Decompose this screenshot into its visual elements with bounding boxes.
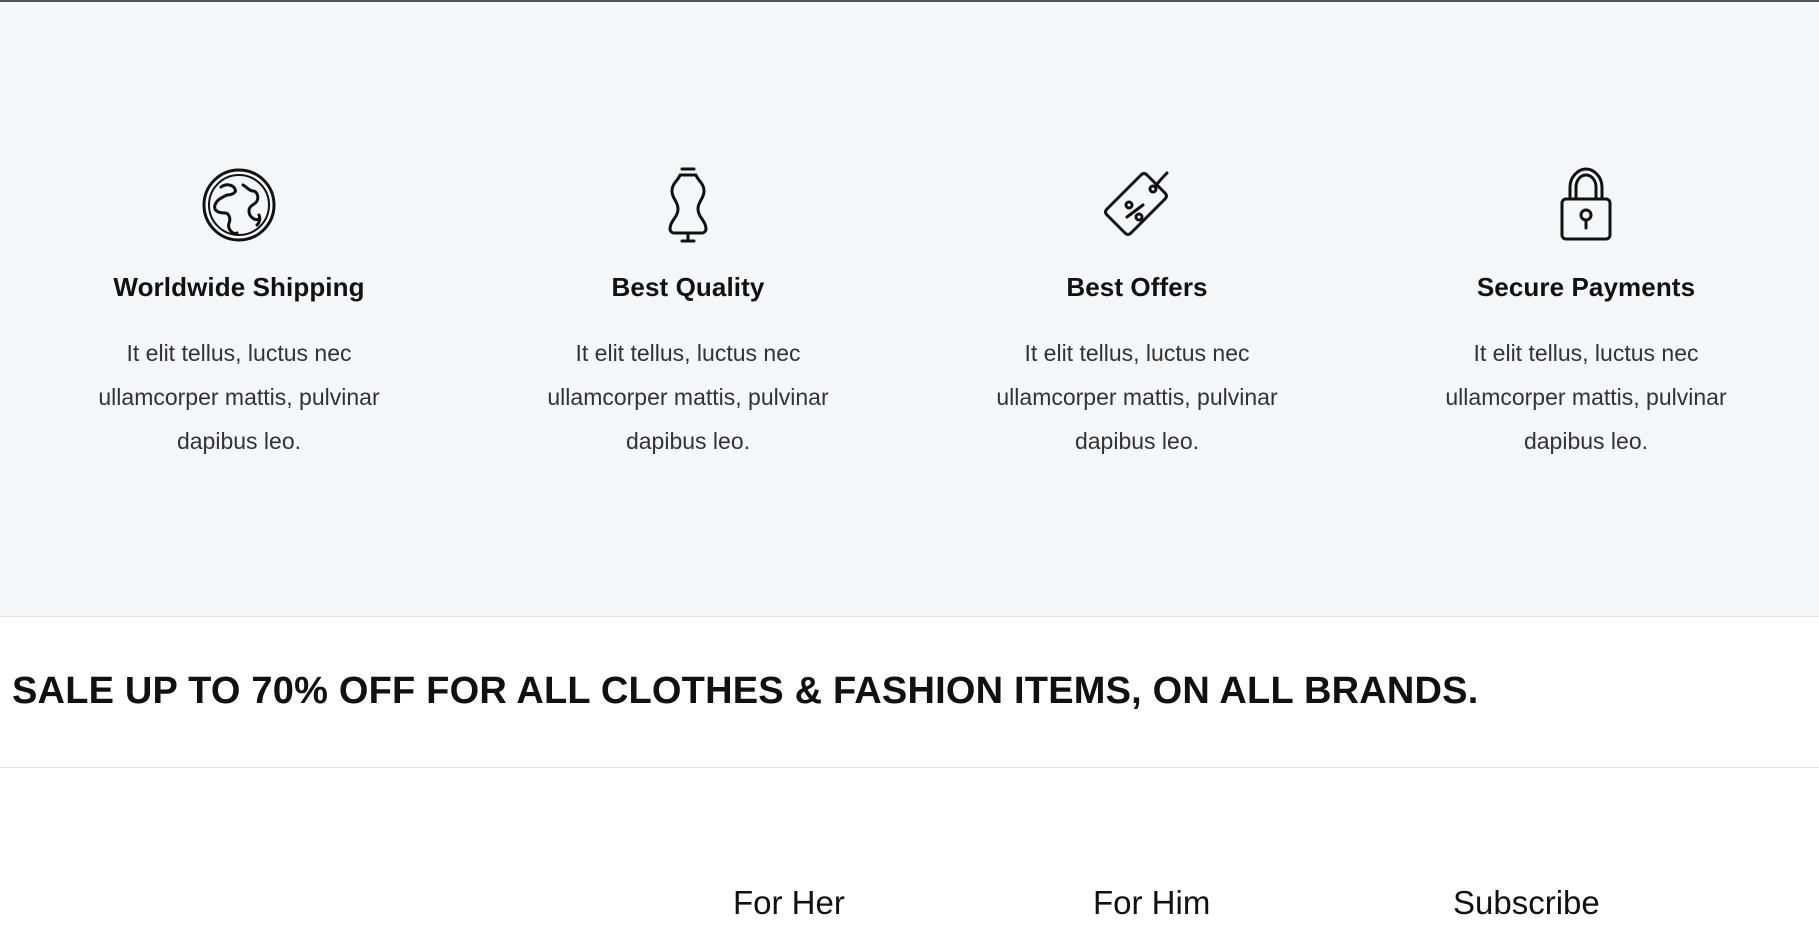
feature-title: Worldwide Shipping xyxy=(113,272,365,302)
footer-title-for-him[interactable]: For Him xyxy=(1093,884,1210,922)
sale-headline: SALE UP TO 70% OFF FOR ALL CLOTHES & FAS… xyxy=(12,670,1479,712)
feature-text: It elit tellus, luctus nec ullamcorper m… xyxy=(98,340,380,454)
feature-text: It elit tellus, luctus nec ullamcorper m… xyxy=(996,340,1278,454)
feature-title: Best Offers xyxy=(1066,272,1208,302)
feature-best-quality: Best Quality It elit tellus, luctus nec … xyxy=(473,165,903,463)
mannequin-icon xyxy=(473,165,903,245)
features-section: Worldwide Shipping It elit tellus, luctu… xyxy=(0,2,1819,617)
padlock-icon xyxy=(1371,165,1801,245)
footer-title-subscribe: Subscribe xyxy=(1453,884,1600,921)
feature-best-offers: Best Offers It elit tellus, luctus nec u… xyxy=(922,165,1352,463)
feature-text: It elit tellus, luctus nec ullamcorper m… xyxy=(547,340,829,454)
feature-worldwide-shipping: Worldwide Shipping It elit tellus, luctu… xyxy=(24,165,454,463)
feature-title: Best Quality xyxy=(611,272,765,302)
footer-title-for-her[interactable]: For Her xyxy=(733,884,845,922)
feature-secure-payments: Secure Payments It elit tellus, luctus n… xyxy=(1371,165,1801,463)
feature-text: It elit tellus, luctus nec ullamcorper m… xyxy=(1445,340,1727,454)
globe-icon xyxy=(24,165,454,245)
feature-title: Secure Payments xyxy=(1476,272,1696,302)
price-tag-icon xyxy=(922,165,1352,245)
footer: For Her For Him Subscribe xyxy=(0,769,1819,925)
sale-banner: SALE UP TO 70% OFF FOR ALL CLOTHES & FAS… xyxy=(0,618,1819,768)
